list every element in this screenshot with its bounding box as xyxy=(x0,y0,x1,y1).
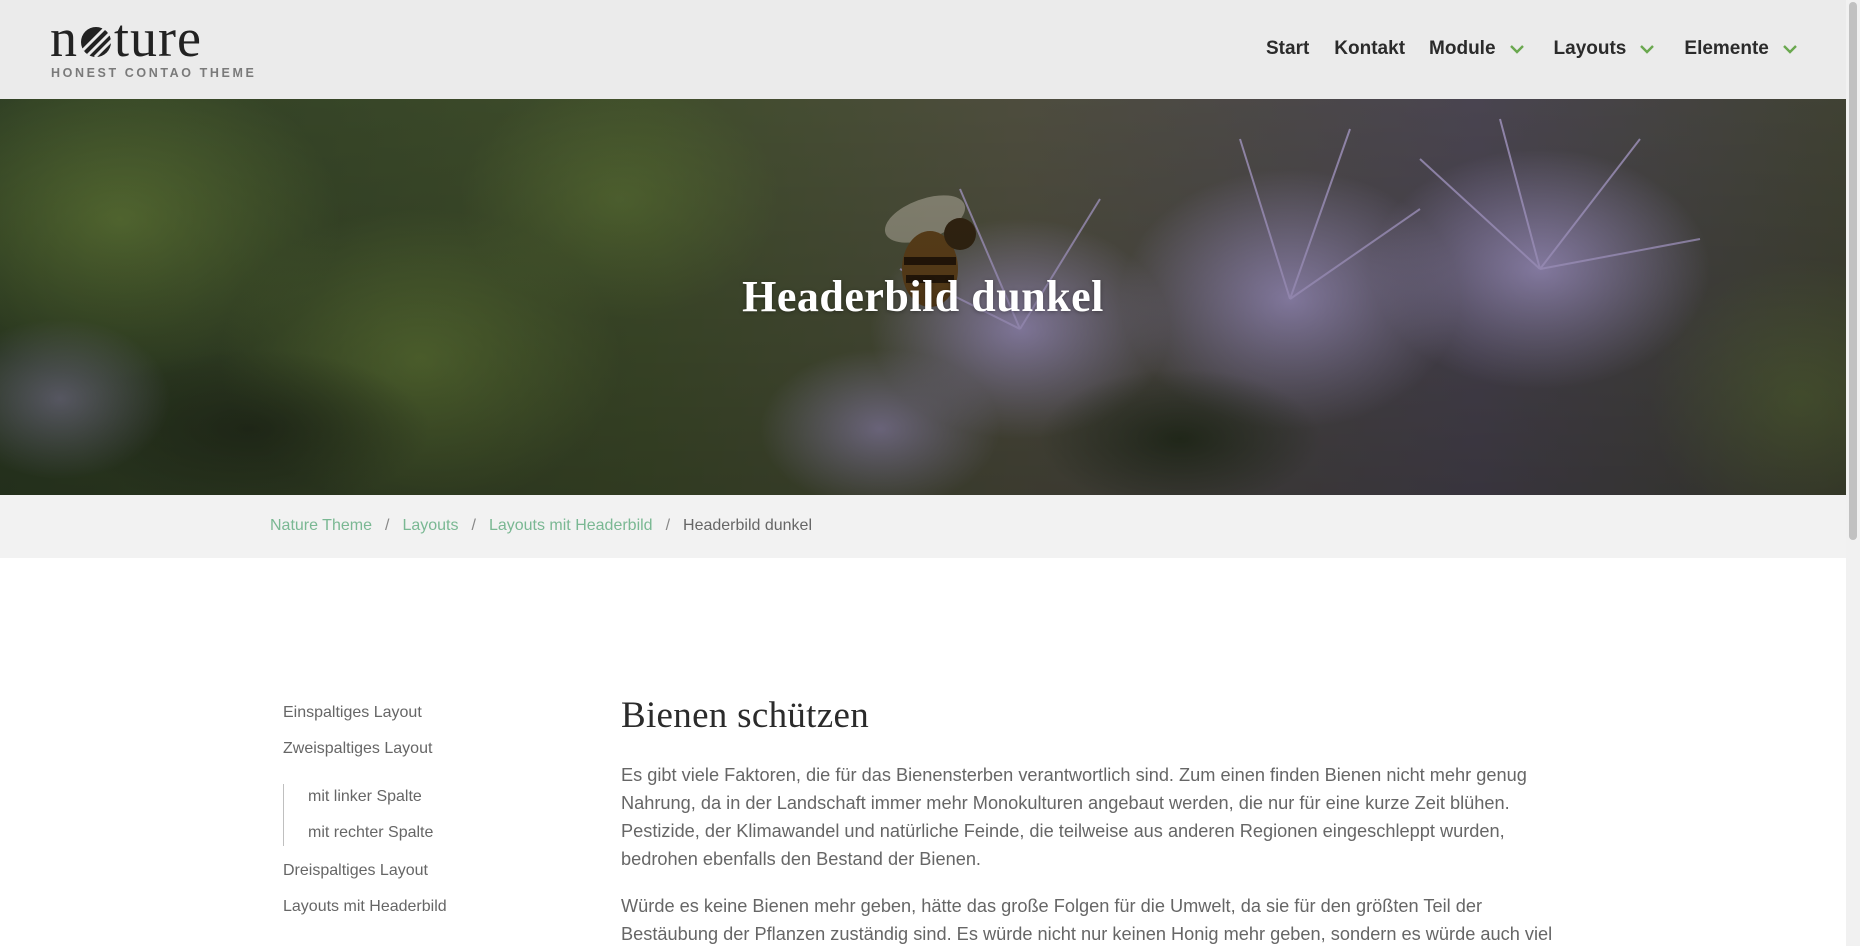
nav-item-label: Module xyxy=(1429,38,1496,59)
breadcrumb-link-layouts-mit-headerbild[interactable]: Layouts mit Headerbild xyxy=(489,517,653,535)
breadcrumb-separator: / xyxy=(384,517,390,534)
logo-letter: n xyxy=(50,8,78,68)
content-heading: Bienen schützen xyxy=(621,695,869,736)
scrollbar-thumb[interactable] xyxy=(1849,2,1857,540)
nav-item-label: Layouts xyxy=(1553,38,1627,59)
main-nav: Start Kontakt Module Layouts Elemente xyxy=(1266,32,1799,66)
logo[interactable]: n ture HONEST CONTAO THEME xyxy=(50,8,254,82)
logo-letters: ture xyxy=(114,8,202,68)
chevron-down-icon[interactable] xyxy=(1781,40,1799,58)
content-paragraph: Es gibt viele Faktoren, die für das Bien… xyxy=(621,765,1527,869)
nav-item-elemente[interactable]: Elemente xyxy=(1684,32,1798,66)
sidebar-item-layouts-mit-headerbild[interactable]: Layouts mit Headerbild xyxy=(283,894,543,930)
breadcrumb-link-layouts[interactable]: Layouts xyxy=(402,517,458,535)
logo-tagline: HONEST CONTAO THEME xyxy=(51,66,257,80)
site-header: n ture HONEST CONTAO THEME Start Kontakt… xyxy=(0,0,1846,99)
page-scrollbar[interactable] xyxy=(1846,0,1860,946)
sidebar-subitem-mit-rechter-spalte[interactable]: mit rechter Spalte xyxy=(308,820,543,846)
sidebar-nav: Einspaltiges Layout Zweispaltiges Layout… xyxy=(283,700,543,930)
nav-item-start[interactable]: Start xyxy=(1266,32,1309,66)
nav-item-label: Kontakt xyxy=(1334,38,1406,59)
nav-item-label: Elemente xyxy=(1684,38,1769,59)
hero-title: Headerbild dunkel xyxy=(742,272,1104,321)
sidebar-item-einspaltiges-layout[interactable]: Einspaltiges Layout xyxy=(283,700,543,736)
breadcrumb-current: Headerbild dunkel xyxy=(683,517,813,534)
sidebar-subitem-mit-linker-spalte[interactable]: mit linker Spalte xyxy=(308,784,543,820)
leaf-logo-icon xyxy=(81,26,113,58)
sidebar-item-dreispaltiges-layout[interactable]: Dreispaltiges Layout xyxy=(283,858,543,894)
sidebar-item-zweispaltiges-layout[interactable]: Zweispaltiges Layout xyxy=(283,736,543,772)
breadcrumb-separator: / xyxy=(471,517,476,534)
hero-image: Headerbild dunkel xyxy=(0,99,1846,495)
breadcrumb: Nature Theme / Layouts / Layouts mit Hea… xyxy=(270,517,812,535)
nav-item-layouts[interactable]: Layouts xyxy=(1554,32,1657,66)
content-paragraph: Würde es keine Bienen mehr geben, hätte … xyxy=(621,896,1553,944)
main-content: Bienen schützen Es gibt viele Faktoren, … xyxy=(621,694,1571,946)
breadcrumb-bar: Nature Theme / Layouts / Layouts mit Hea… xyxy=(0,495,1846,558)
logo-wordmark: n ture xyxy=(50,8,240,68)
nav-item-kontakt[interactable]: Kontakt xyxy=(1334,32,1405,66)
breadcrumb-link-nature-theme[interactable]: Nature Theme xyxy=(270,517,372,535)
breadcrumb-separator: / xyxy=(665,517,671,534)
nav-item-module[interactable]: Module xyxy=(1429,32,1526,66)
chevron-down-icon[interactable] xyxy=(1508,40,1526,58)
nav-item-label: Start xyxy=(1266,38,1310,59)
chevron-down-icon[interactable] xyxy=(1638,40,1656,58)
sidebar-submenu: mit linker Spalte mit rechter Spalte xyxy=(283,784,543,846)
